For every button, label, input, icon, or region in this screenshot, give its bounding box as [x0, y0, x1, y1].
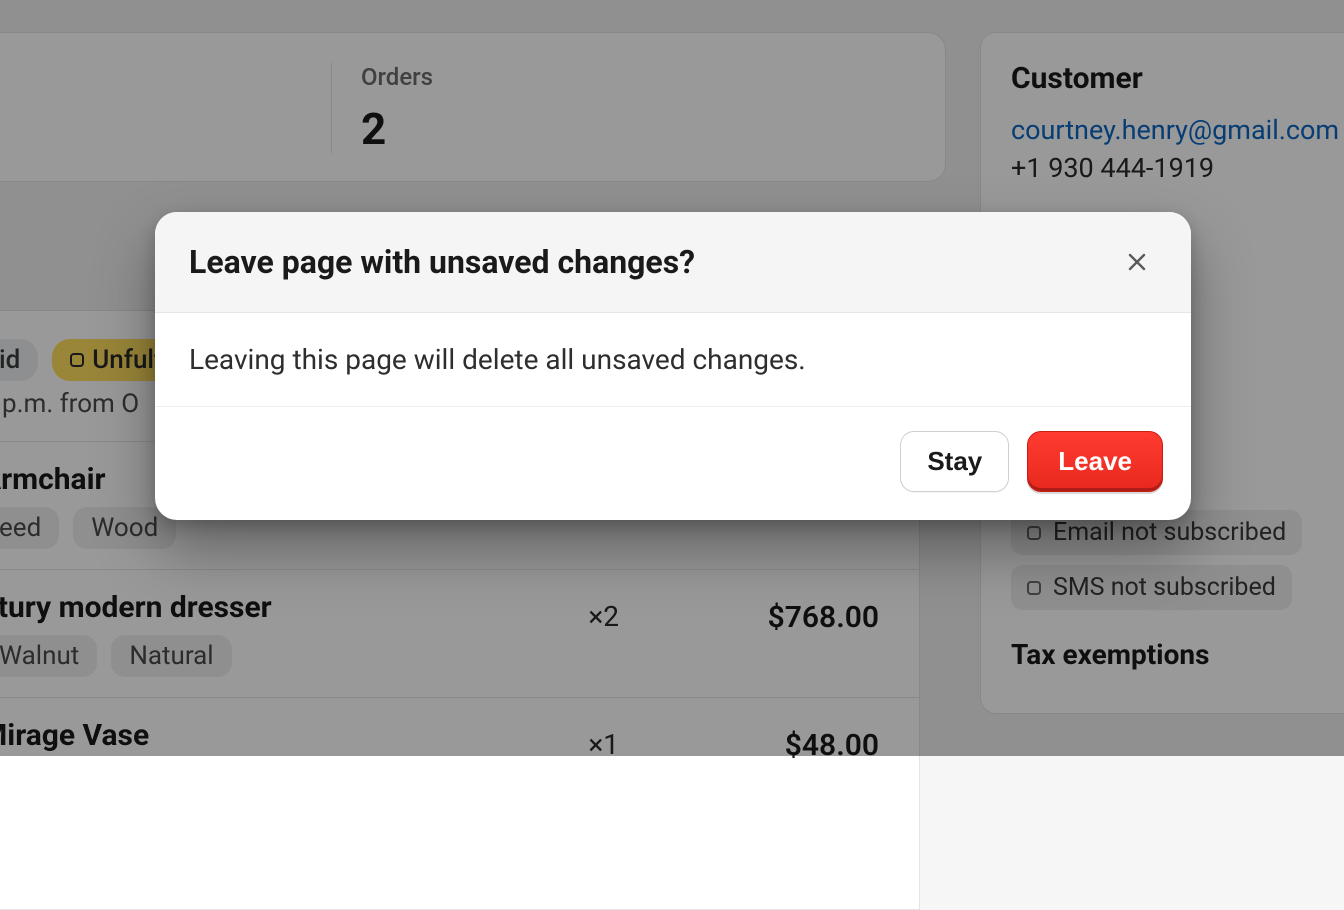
unsaved-changes-modal: Leave page with unsaved changes? Leaving… — [155, 212, 1191, 520]
close-button[interactable] — [1117, 242, 1157, 282]
close-icon — [1125, 250, 1149, 274]
stay-button[interactable]: Stay — [900, 431, 1009, 492]
modal-header: Leave page with unsaved changes? — [155, 212, 1191, 313]
modal-title: Leave page with unsaved changes? — [189, 243, 695, 281]
leave-button[interactable]: Leave — [1027, 431, 1163, 492]
modal-body: Leaving this page will delete all unsave… — [155, 313, 1191, 407]
modal-footer: Stay Leave — [155, 407, 1191, 520]
